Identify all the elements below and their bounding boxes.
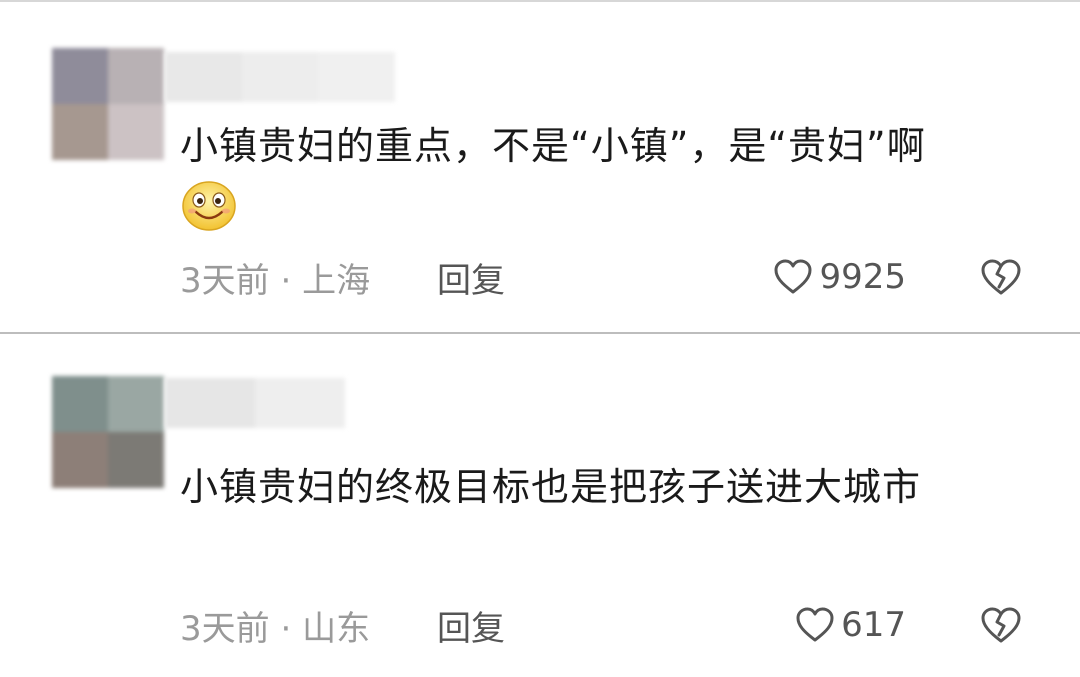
smiling-face-emoji-icon <box>182 181 236 231</box>
heart-outline-icon <box>774 259 812 294</box>
comment-item: 小镇贵妇的重点，不是“小镇”，是“贵妇”啊 3天前 · 上海 回复 9925 <box>0 0 1080 332</box>
comment-location: 山东 <box>302 608 371 649</box>
avatar-mosaic-cell <box>108 104 164 160</box>
heart-outline-icon <box>796 607 834 642</box>
dislike-button[interactable] <box>980 257 1022 297</box>
username-pixelated[interactable] <box>165 52 396 102</box>
broken-heart-icon <box>981 607 1021 643</box>
comment-meta: 3天前 · 山东 回复 617 <box>180 600 1040 650</box>
comment-time: 3天前 <box>180 260 270 301</box>
like-button[interactable]: 9925 <box>773 257 906 297</box>
reply-button[interactable]: 回复 <box>437 253 505 302</box>
comment-item: 小镇贵妇的终极目标也是把孩子送进大城市 3天前 · 山东 回复 617 <box>0 334 1080 677</box>
avatar[interactable] <box>52 48 164 160</box>
time-location: 3天前 · 上海 <box>180 253 370 302</box>
comment-text: 小镇贵妇的重点，不是“小镇”，是“贵妇”啊 <box>180 124 926 168</box>
avatar-mosaic-cell <box>52 104 108 160</box>
avatar-mosaic-cell <box>108 376 164 432</box>
dislike-button[interactable] <box>980 605 1022 645</box>
time-location: 3天前 · 山东 <box>180 601 370 650</box>
avatar-mosaic-cell <box>108 432 164 488</box>
like-button[interactable]: 617 <box>795 605 906 645</box>
comment-list: 小镇贵妇的重点，不是“小镇”，是“贵妇”啊 3天前 · 上海 回复 9925 小… <box>0 0 1080 677</box>
avatar-mosaic-cell <box>108 48 164 104</box>
comment-text: 小镇贵妇的终极目标也是把孩子送进大城市 <box>180 465 922 509</box>
username-pixelated[interactable] <box>165 378 345 428</box>
meta-separator: · <box>280 608 292 649</box>
comment-time: 3天前 <box>180 608 270 649</box>
avatar-mosaic-cell <box>52 48 108 104</box>
avatar[interactable] <box>52 376 164 488</box>
meta-separator: · <box>280 260 292 301</box>
avatar-mosaic-cell <box>52 376 108 432</box>
broken-heart-icon <box>981 259 1021 295</box>
like-count: 9925 <box>819 257 906 297</box>
like-count: 617 <box>841 605 906 645</box>
avatar-mosaic-cell <box>52 432 108 488</box>
comment-location: 上海 <box>302 260 371 301</box>
comment-meta: 3天前 · 上海 回复 9925 <box>180 252 1040 302</box>
reply-button[interactable]: 回复 <box>437 601 505 650</box>
